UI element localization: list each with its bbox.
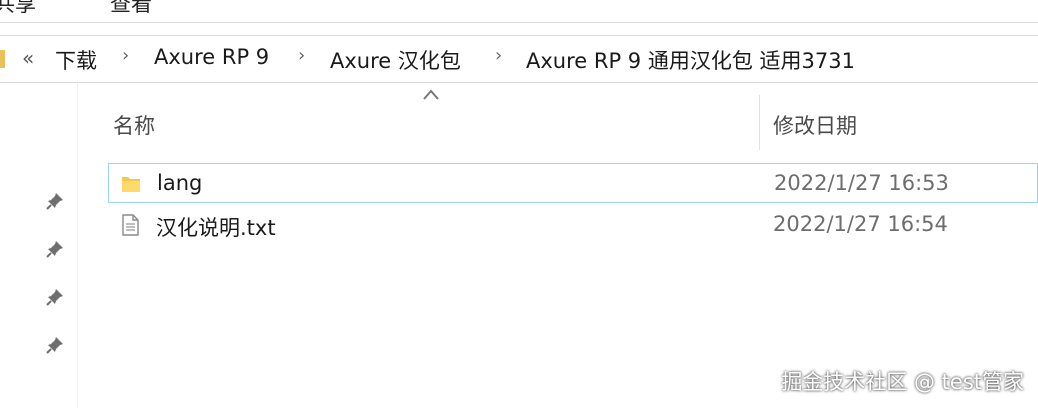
sort-ascending-icon[interactable] — [420, 86, 442, 104]
column-divider[interactable] — [759, 95, 760, 150]
pin-icon[interactable] — [44, 190, 66, 212]
tab-view[interactable]: 查看 — [110, 0, 152, 18]
breadcrumb-item-current[interactable]: Axure RP 9 通用汉化包 适用3731 — [526, 45, 855, 75]
pin-icon[interactable] — [44, 334, 66, 356]
watermark-text: 掘金技术社区 @ test管家 — [781, 370, 1024, 394]
breadcrumb-item-axure-rp9[interactable]: Axure RP 9 — [154, 45, 269, 69]
chevron-right-icon[interactable]: › — [298, 45, 305, 66]
text-file-icon — [122, 214, 139, 236]
file-row[interactable]: 汉化说明.txt 2022/1/27 16:54 — [108, 205, 1038, 245]
tab-share[interactable]: 共享 — [0, 0, 36, 18]
address-bar[interactable]: « 下载 › Axure RP 9 › Axure 汉化包 › Axure RP… — [0, 35, 1038, 83]
breadcrumb-item-downloads[interactable]: 下载 — [55, 45, 97, 75]
ribbon-tabs: 共享 查看 — [0, 0, 1038, 22]
chevron-right-icon[interactable]: › — [495, 45, 502, 66]
chevron-right-icon[interactable]: › — [122, 45, 129, 66]
file-name[interactable]: lang — [157, 171, 202, 195]
column-header-date-modified[interactable]: 修改日期 — [773, 110, 857, 140]
file-date-modified: 2022/1/27 16:53 — [774, 171, 949, 195]
folder-icon — [0, 50, 5, 68]
column-header-name[interactable]: 名称 — [113, 110, 155, 140]
folder-icon — [122, 177, 140, 192]
breadcrumb-overflow-button[interactable]: « — [22, 46, 34, 70]
file-name[interactable]: 汉化说明.txt — [156, 212, 276, 242]
file-date-modified: 2022/1/27 16:54 — [773, 212, 948, 236]
file-row[interactable]: lang 2022/1/27 16:53 — [108, 163, 1038, 203]
pin-icon[interactable] — [44, 238, 66, 260]
ribbon-divider — [0, 22, 1038, 23]
navigation-pane-divider — [77, 81, 78, 408]
pin-icon[interactable] — [44, 286, 66, 308]
breadcrumb-item-axure-pack[interactable]: Axure 汉化包 — [330, 45, 461, 75]
